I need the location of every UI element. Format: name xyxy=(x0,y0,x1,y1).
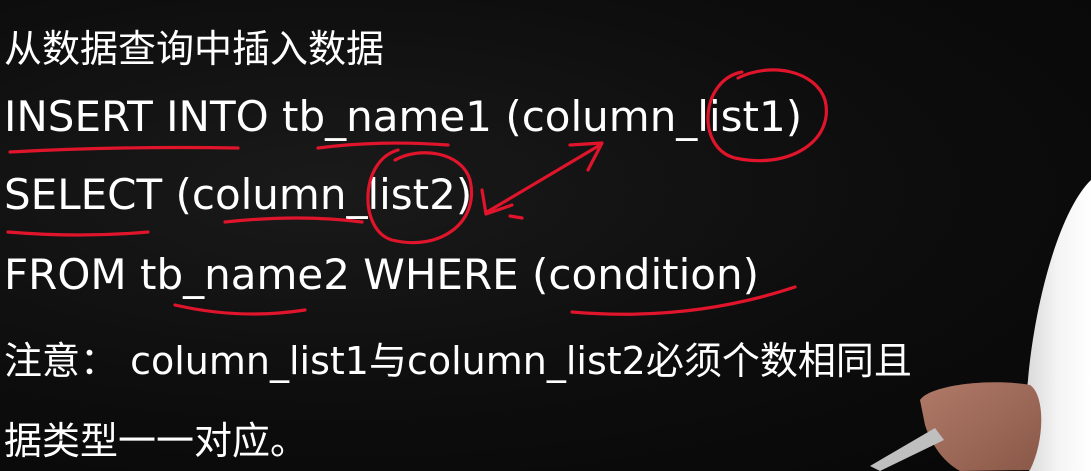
arrowhead-top xyxy=(568,141,604,172)
hand-shape xyxy=(920,382,1042,471)
marker-shape xyxy=(870,428,944,471)
sql-insert-line: INSERT INTO tb_name1 (column_list1) xyxy=(4,92,803,141)
sql-select-line: SELECT (column_list2) xyxy=(4,170,473,219)
underline-insert-into xyxy=(8,145,240,154)
underline-tb-name1 xyxy=(316,141,450,150)
underline-select xyxy=(6,230,150,237)
video-frame: 从数据查询中插入数据 INSERT INTO tb_name1 (column_… xyxy=(0,0,1091,471)
underline-tb-name2 xyxy=(173,303,307,316)
note-line-1: 注意： column_list1与column_list2必须个数相同且 xyxy=(4,339,912,383)
sleeve-shape xyxy=(1024,180,1091,471)
ink-dash xyxy=(508,214,524,220)
slide-heading: 从数据查询中插入数据 xyxy=(4,27,385,71)
mapping-arrow xyxy=(485,143,602,214)
arrowhead-bottom xyxy=(480,188,514,216)
sql-from-line: FROM tb_name2 WHERE (condition) xyxy=(4,250,759,299)
note-line-2: 据类型一一对应。 xyxy=(4,419,309,463)
